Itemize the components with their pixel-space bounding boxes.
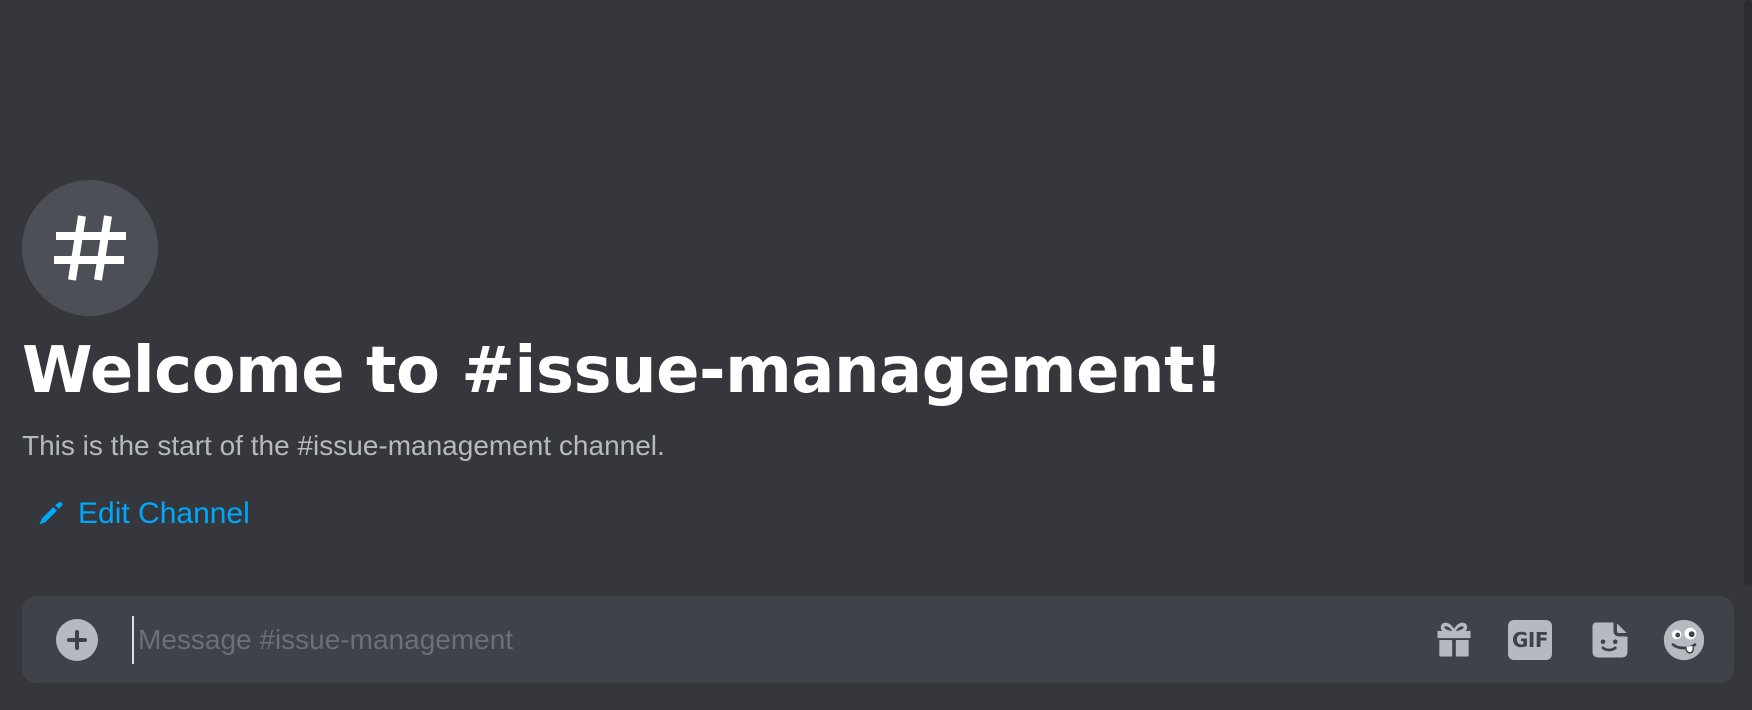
sticker-icon bbox=[1592, 622, 1628, 658]
edit-channel-label: Edit Channel bbox=[78, 497, 250, 530]
emoji-button[interactable] bbox=[1662, 618, 1706, 662]
plus-circle-icon bbox=[67, 630, 87, 650]
hashtag-icon bbox=[54, 215, 126, 281]
gif-icon: GIF bbox=[1508, 620, 1552, 660]
sticker-button[interactable] bbox=[1588, 618, 1632, 662]
message-composer: GIF bbox=[22, 596, 1734, 683]
chat-area: Welcome to #issue-management! This is th… bbox=[0, 0, 1752, 710]
edit-channel-button[interactable]: Edit Channel bbox=[36, 496, 250, 532]
pencil-icon bbox=[39, 502, 63, 525]
gift-icon bbox=[1437, 622, 1471, 657]
message-input[interactable] bbox=[132, 616, 1438, 664]
channel-avatar bbox=[22, 180, 158, 316]
gif-button[interactable]: GIF bbox=[1508, 618, 1552, 662]
scrollbar[interactable] bbox=[1744, 0, 1752, 585]
gift-button[interactable] bbox=[1432, 618, 1476, 662]
emoji-icon bbox=[1663, 619, 1705, 661]
welcome-subtitle: This is the start of the #issue-manageme… bbox=[22, 430, 665, 461]
welcome-title: Welcome to #issue-management! bbox=[22, 334, 1223, 408]
attach-button[interactable] bbox=[56, 619, 98, 661]
